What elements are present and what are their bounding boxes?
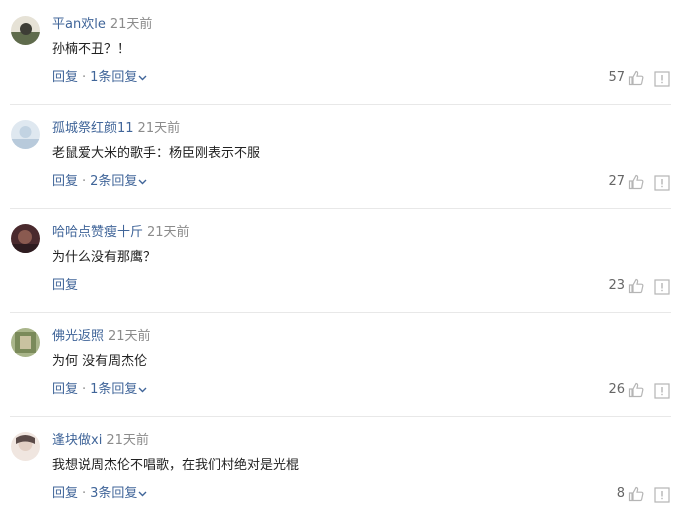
- reply-button[interactable]: 回复: [52, 70, 78, 85]
- comment-text: 为什么没有那鹰？: [52, 250, 157, 265]
- chevron-down-icon: [138, 75, 147, 80]
- like-count: 23: [608, 278, 625, 293]
- report-icon[interactable]: [654, 487, 670, 503]
- reply-button[interactable]: 回复: [52, 278, 78, 293]
- report-icon[interactable]: [654, 279, 670, 295]
- timestamp: 21天前: [137, 121, 181, 136]
- separator: ·: [82, 70, 87, 85]
- comment-meta: 平an欢le 21天前: [52, 16, 152, 34]
- view-replies-button[interactable]: 3条回复: [90, 486, 147, 501]
- comment-text: 我想说周杰伦不唱歌，在我们村绝对是光棍: [52, 458, 300, 473]
- timestamp: 21天前: [108, 329, 151, 344]
- comment-item: 哈哈点赞瘦十斤 21天前 为什么没有那鹰？ 回复 23: [0, 208, 681, 312]
- view-replies-button[interactable]: 2条回复: [90, 174, 147, 189]
- reply-count: 3条回复: [90, 486, 138, 501]
- thumb-up-icon[interactable]: [628, 174, 644, 190]
- reply-button[interactable]: 回复: [52, 382, 78, 397]
- separator: ·: [82, 486, 87, 501]
- thumb-up-icon[interactable]: [628, 382, 644, 398]
- like-count: 8: [616, 486, 625, 501]
- like-count: 26: [608, 382, 625, 397]
- username[interactable]: 孤城祭红颜11: [52, 121, 134, 136]
- comment-actions: 回复 · 2条回复: [52, 173, 147, 191]
- chevron-down-icon: [138, 179, 147, 184]
- timestamp: 21天前: [109, 17, 153, 32]
- username[interactable]: 逢块做xi: [52, 433, 102, 448]
- comment-actions: 回复 · 3条回复: [52, 485, 147, 503]
- comment-meta: 逢块做xi 21天前: [52, 432, 149, 450]
- view-replies-button[interactable]: 1条回复: [90, 70, 147, 85]
- chevron-down-icon: [138, 491, 147, 496]
- separator: ·: [82, 174, 87, 189]
- avatar[interactable]: [11, 432, 40, 461]
- like-count: 57: [608, 70, 625, 85]
- reply-button[interactable]: 回复: [52, 486, 78, 501]
- comment-text: 为何 没有周杰伦: [52, 354, 148, 369]
- report-icon[interactable]: [654, 383, 670, 399]
- username[interactable]: 哈哈点赞瘦十斤: [52, 225, 143, 240]
- reply-count: 1条回复: [90, 382, 138, 397]
- reply-button[interactable]: 回复: [52, 174, 78, 189]
- timestamp: 21天前: [147, 225, 190, 240]
- timestamp: 21天前: [106, 433, 149, 448]
- comment-item: 逢块做xi 21天前 我想说周杰伦不唱歌，在我们村绝对是光棍 回复 · 3条回复 8: [0, 416, 681, 520]
- comment-list: 平an欢le 21天前 孙楠不丑？！ 回复 · 1条回复 57 孤城祭红颜11 21天前…: [0, 0, 681, 523]
- thumb-up-icon[interactable]: [628, 278, 644, 294]
- reply-count: 2条回复: [90, 174, 138, 189]
- like-count: 27: [608, 174, 625, 189]
- comment-actions: 回复 · 1条回复: [52, 69, 147, 87]
- comment-actions: 回复 · 1条回复: [52, 381, 147, 399]
- report-icon[interactable]: [654, 175, 670, 191]
- comment-item: 孤城祭红颜11 21天前 老鼠爱大米的歌手：杨臣刚表示不服 回复 · 2条回复 27: [0, 104, 681, 208]
- thumb-up-icon[interactable]: [628, 486, 644, 502]
- report-icon[interactable]: [654, 71, 670, 87]
- comment-actions: 回复: [52, 277, 78, 295]
- comment-text: 老鼠爱大米的歌手：杨臣刚表示不服: [52, 146, 261, 161]
- reply-count: 1条回复: [90, 70, 138, 85]
- comment-text: 孙楠不丑？！: [52, 42, 131, 57]
- comment-item: 平an欢le 21天前 孙楠不丑？！ 回复 · 1条回复 57: [0, 0, 681, 104]
- chevron-down-icon: [138, 387, 147, 392]
- comment-meta: 孤城祭红颜11 21天前: [52, 120, 180, 138]
- separator: ·: [82, 382, 87, 397]
- comment-meta: 哈哈点赞瘦十斤 21天前: [52, 224, 190, 242]
- avatar[interactable]: [11, 328, 40, 357]
- comment-item: 佛光返照 21天前 为何 没有周杰伦 回复 · 1条回复 26: [0, 312, 681, 416]
- username[interactable]: 佛光返照: [52, 329, 104, 344]
- avatar[interactable]: [11, 224, 40, 253]
- comment-meta: 佛光返照 21天前: [52, 328, 151, 346]
- avatar[interactable]: [11, 16, 40, 45]
- thumb-up-icon[interactable]: [628, 70, 644, 86]
- view-replies-button[interactable]: 1条回复: [90, 382, 147, 397]
- avatar[interactable]: [11, 120, 40, 149]
- username[interactable]: 平an欢le: [52, 17, 106, 32]
